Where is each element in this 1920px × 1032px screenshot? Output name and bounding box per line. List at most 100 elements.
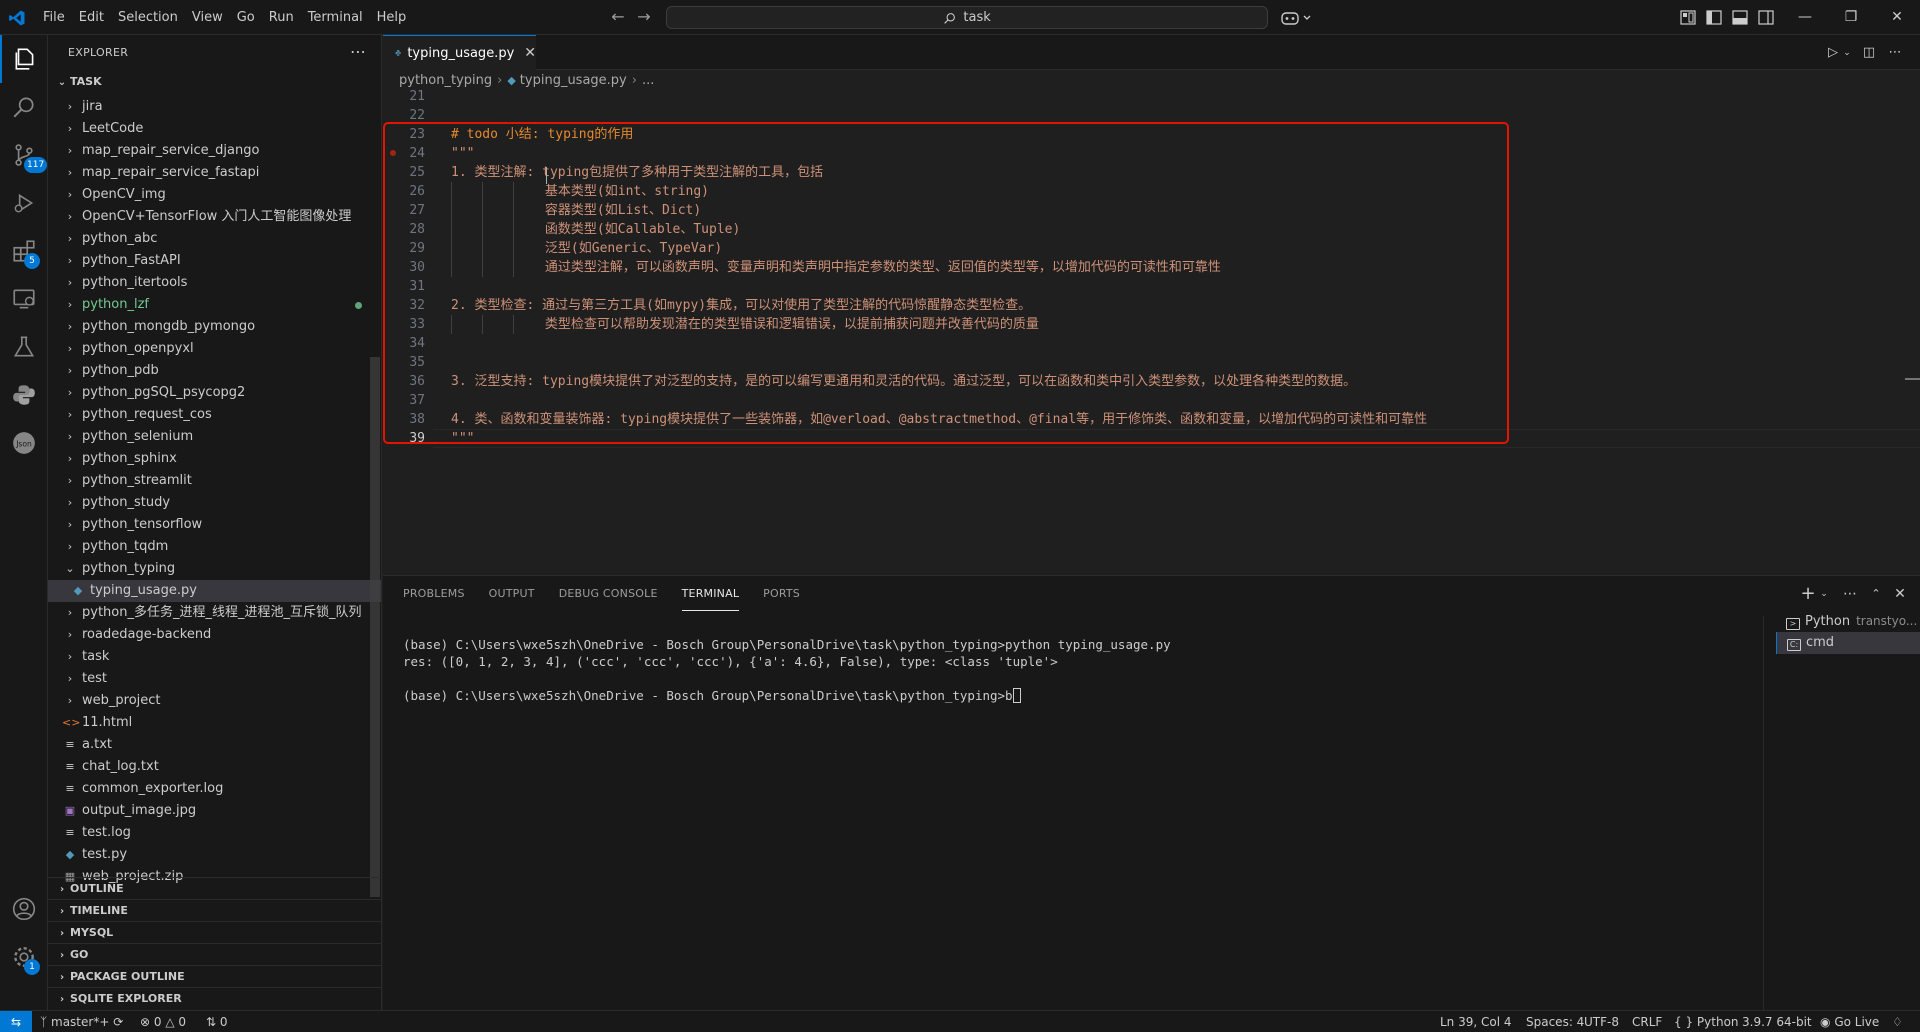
tree-folder[interactable]: › test xyxy=(48,668,381,690)
terminal-instance-python[interactable]: > Python transtyo... xyxy=(1776,610,1920,632)
section-go[interactable]: › GO xyxy=(48,943,381,965)
tab-output[interactable]: OUTPUT xyxy=(489,576,535,611)
tree-file[interactable]: ≡ common_exporter.log xyxy=(48,778,381,800)
tree-folder[interactable]: › python_FastAPI xyxy=(48,250,381,272)
code-editor[interactable]: 21 22 23 # todo 小结: typing的作用 24 """ 25 1. 类型注解… xyxy=(383,87,1920,448)
encoding[interactable]: UTF-8 xyxy=(1584,1011,1619,1032)
toggle-panel-icon[interactable] xyxy=(1732,10,1748,25)
menu-edit[interactable]: Edit xyxy=(72,0,111,35)
tree-folder[interactable]: › python_pgSQL_psycopg2 xyxy=(48,382,381,404)
breadcrumb-symbol[interactable]: ... xyxy=(642,73,654,88)
tree-folder[interactable]: › python_tensorflow xyxy=(48,514,381,536)
menu-help[interactable]: Help xyxy=(370,0,414,35)
branch-indicator[interactable]: ᛉ master*+ ⟳ xyxy=(40,1011,123,1032)
tree-file[interactable]: ◆ test.py xyxy=(48,844,381,866)
copilot-icon[interactable] xyxy=(1280,9,1316,27)
menu-go[interactable]: Go xyxy=(230,0,262,35)
tree-file[interactable]: ▣ output_image.jpg xyxy=(48,800,381,822)
terminal-list-divider[interactable] xyxy=(1763,616,1764,1011)
manage-gear-icon[interactable]: 1 xyxy=(0,933,48,981)
go-live-button[interactable]: ◉ Go Live xyxy=(1820,1011,1879,1032)
tree-folder[interactable]: › python_selenium xyxy=(48,426,381,448)
menu-file[interactable]: File xyxy=(36,0,72,35)
breadcrumb-file[interactable]: typing_usage.py xyxy=(520,73,627,88)
tree-file[interactable]: ≡ a.txt xyxy=(48,734,381,756)
split-editor-icon[interactable]: ◫ xyxy=(1861,45,1877,61)
chevron-down-icon[interactable]: ⌄ xyxy=(1839,45,1855,61)
customize-layout-icon[interactable] xyxy=(1680,10,1696,25)
search-view-icon[interactable] xyxy=(0,83,48,131)
tree-folder[interactable]: › OpenCV+TensorFlow 入门人工智能图像处理 xyxy=(48,206,381,228)
tab-debug-console[interactable]: DEBUG CONSOLE xyxy=(559,576,658,611)
notifications-bell-icon[interactable]: ♢ xyxy=(1892,1011,1903,1032)
extensions-icon[interactable]: 5 xyxy=(0,227,48,275)
cursor-position[interactable]: Ln 39, Col 4 xyxy=(1440,1011,1512,1032)
tab-ports[interactable]: PORTS xyxy=(763,576,800,611)
tree-folder[interactable]: › OpenCV_img xyxy=(48,184,381,206)
close-window-icon[interactable]: ✕ xyxy=(1874,0,1920,35)
breakpoint-hint-icon[interactable] xyxy=(390,150,396,156)
tree-folder[interactable]: › jira xyxy=(48,96,381,118)
tree-folder[interactable]: › python_request_cos xyxy=(48,404,381,426)
section-timeline[interactable]: › TIMELINE xyxy=(48,899,381,921)
tree-folder[interactable]: › python_streamlit xyxy=(48,470,381,492)
sidebar-scrollbar[interactable] xyxy=(370,357,380,897)
run-debug-icon[interactable] xyxy=(0,179,48,227)
remote-indicator-icon[interactable]: ⇆ xyxy=(0,1011,32,1032)
json-icon[interactable]: Json xyxy=(0,419,48,467)
tree-file[interactable]: ≡ test.log xyxy=(48,822,381,844)
tree-folder[interactable]: › python_sphinx xyxy=(48,448,381,470)
tree-folder[interactable]: › python_mongdb_pymongo xyxy=(48,316,381,338)
tree-folder[interactable]: › map_repair_service_django xyxy=(48,140,381,162)
minimize-icon[interactable]: — xyxy=(1782,0,1828,35)
tree-file[interactable]: ◆ typing_usage.py xyxy=(48,580,381,602)
tree-folder[interactable]: › python_lzf xyxy=(48,294,381,316)
ports-indicator[interactable]: ⇅ 0 xyxy=(206,1011,228,1032)
tree-folder[interactable]: › web_project xyxy=(48,690,381,712)
tree-folder[interactable]: › task xyxy=(48,646,381,668)
chevron-down-icon[interactable]: ⌄ xyxy=(1815,585,1833,603)
tree-file[interactable]: <> 11.html xyxy=(48,712,381,734)
tree-folder[interactable]: ⌄ python_typing xyxy=(48,558,381,580)
source-control-icon[interactable]: 117 xyxy=(0,131,48,179)
close-tab-icon[interactable]: ✕ xyxy=(524,45,536,61)
tree-folder[interactable]: › python_pdb xyxy=(48,360,381,382)
panel-more-actions-icon[interactable]: ⋯ xyxy=(1841,585,1859,603)
python-interpreter[interactable]: 3.9.7 64-bit xyxy=(1742,1011,1812,1032)
tree-file[interactable]: ≡ chat_log.txt xyxy=(48,756,381,778)
more-actions-icon[interactable]: ⋯ xyxy=(348,43,368,63)
editor-more-actions-icon[interactable]: ⋯ xyxy=(1887,45,1903,61)
toggle-secondary-sidebar-icon[interactable] xyxy=(1758,10,1774,25)
tree-folder[interactable]: › python_openpyxl xyxy=(48,338,381,360)
testing-icon[interactable] xyxy=(0,323,48,371)
tree-folder[interactable]: › roadedage-backend xyxy=(48,624,381,646)
accounts-icon[interactable] xyxy=(0,885,48,933)
close-panel-icon[interactable]: ✕ xyxy=(1891,585,1909,603)
problems-indicator[interactable]: ⊗ 0 △ 0 xyxy=(140,1011,186,1032)
section-sqlite-explorer[interactable]: › SQLITE EXPLORER xyxy=(48,987,381,1009)
tab-terminal[interactable]: TERMINAL xyxy=(681,576,740,611)
tab-problems[interactable]: PROBLEMS xyxy=(403,576,465,611)
tree-folder[interactable]: › map_repair_service_fastapi xyxy=(48,162,381,184)
maximize-panel-icon[interactable]: ⌃ xyxy=(1867,585,1885,603)
terminal-output[interactable]: (base) C:\Users\wxe5szh\OneDrive - Bosch… xyxy=(403,636,1733,704)
section-outline[interactable]: › OUTLINE xyxy=(48,877,381,899)
restore-icon[interactable]: ❐ xyxy=(1828,0,1874,35)
tab-typing-usage[interactable]: typing_usage.py ✕ xyxy=(383,35,536,70)
end-of-line[interactable]: CRLF xyxy=(1632,1011,1662,1032)
command-center-search[interactable]: task xyxy=(666,6,1268,29)
python-icon[interactable] xyxy=(0,371,48,419)
menu-selection[interactable]: Selection xyxy=(111,0,185,35)
indentation[interactable]: Spaces: 4 xyxy=(1526,1011,1584,1032)
toggle-primary-sidebar-icon[interactable] xyxy=(1706,10,1722,25)
tree-folder[interactable]: › python_多任务_进程_线程_进程池_互斥锁_队列 xyxy=(48,602,381,624)
menu-view[interactable]: View xyxy=(185,0,230,35)
menu-terminal[interactable]: Terminal xyxy=(301,0,370,35)
workspace-root-header[interactable]: ⌄ TASK xyxy=(48,71,381,93)
tree-folder[interactable]: › LeetCode xyxy=(48,118,381,140)
remote-explorer-icon[interactable] xyxy=(0,275,48,323)
terminal-instance-cmd[interactable]: C: cmd xyxy=(1776,632,1920,654)
section-mysql[interactable]: › MYSQL xyxy=(48,921,381,943)
tree-folder[interactable]: › python_itertools xyxy=(48,272,381,294)
section-package-outline[interactable]: › PACKAGE OUTLINE xyxy=(48,965,381,987)
